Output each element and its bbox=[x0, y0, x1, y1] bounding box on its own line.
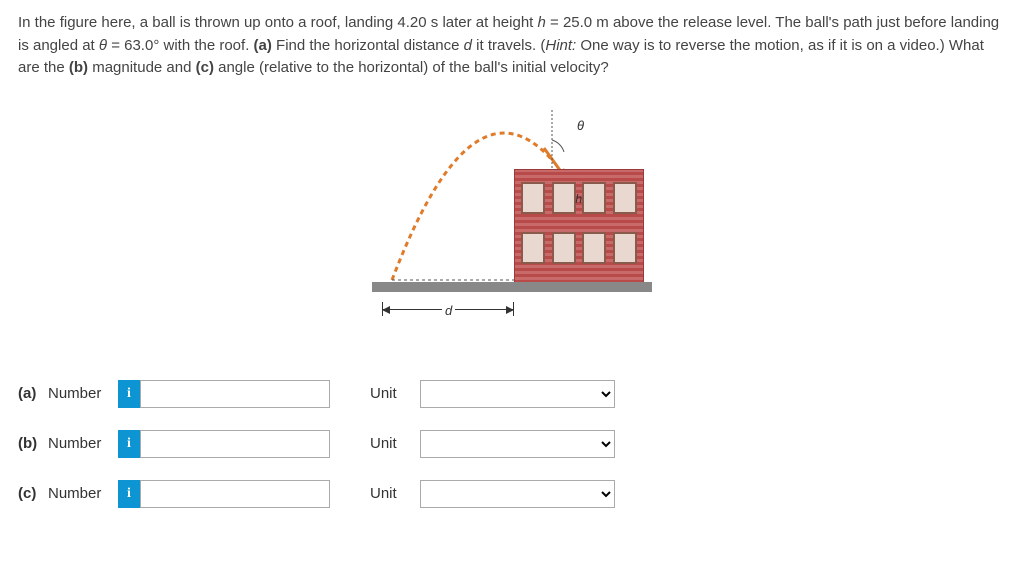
building-graphic bbox=[514, 169, 644, 284]
figure-container: d h θ bbox=[18, 100, 1006, 320]
window-icon bbox=[552, 182, 576, 214]
info-icon[interactable]: i bbox=[118, 380, 140, 408]
part-a-marker: (a) bbox=[254, 37, 272, 54]
number-input-c[interactable] bbox=[140, 480, 330, 508]
text-segment: angle (relative to the horizontal) of th… bbox=[214, 59, 609, 76]
info-icon[interactable]: i bbox=[118, 480, 140, 508]
part-b-marker: (b) bbox=[69, 59, 88, 76]
window-icon bbox=[613, 232, 637, 264]
text-segment: In the figure here, a ball is thrown up … bbox=[18, 14, 538, 31]
variable-h: h bbox=[538, 14, 546, 31]
ground-graphic bbox=[372, 282, 652, 292]
unit-select-a[interactable] bbox=[420, 380, 615, 408]
part-label: (a) bbox=[18, 385, 48, 402]
number-input-b[interactable] bbox=[140, 430, 330, 458]
unit-label: Unit bbox=[370, 385, 420, 402]
window-icon bbox=[521, 232, 545, 264]
answer-row-b: (b) Number i Unit bbox=[18, 430, 1006, 458]
unit-select-c[interactable] bbox=[420, 480, 615, 508]
unit-label: Unit bbox=[370, 435, 420, 452]
number-label: Number bbox=[48, 435, 118, 452]
window-icon bbox=[582, 182, 606, 214]
variable-d: d bbox=[464, 37, 472, 54]
part-label: (b) bbox=[18, 435, 48, 452]
d-label: d bbox=[442, 303, 455, 318]
theta-label: θ bbox=[577, 118, 584, 133]
window-icon bbox=[613, 182, 637, 214]
h-label: h bbox=[575, 192, 582, 206]
hint-label: Hint: bbox=[545, 37, 576, 54]
part-c-marker: (c) bbox=[196, 59, 214, 76]
unit-select-b[interactable] bbox=[420, 430, 615, 458]
number-label: Number bbox=[48, 485, 118, 502]
answer-row-a: (a) Number i Unit bbox=[18, 380, 1006, 408]
text-segment: Find the horizontal distance bbox=[272, 37, 464, 54]
variable-theta: θ bbox=[99, 37, 107, 54]
number-label: Number bbox=[48, 385, 118, 402]
window-icon bbox=[552, 232, 576, 264]
unit-label: Unit bbox=[370, 485, 420, 502]
text-segment: it travels. ( bbox=[472, 37, 545, 54]
problem-statement: In the figure here, a ball is thrown up … bbox=[18, 12, 1006, 80]
window-icon bbox=[582, 232, 606, 264]
part-label: (c) bbox=[18, 485, 48, 502]
physics-figure: d h θ bbox=[372, 100, 652, 320]
number-input-a[interactable] bbox=[140, 380, 330, 408]
info-icon[interactable]: i bbox=[118, 430, 140, 458]
text-segment: magnitude and bbox=[88, 59, 196, 76]
text-segment: = 63.0° with the roof. bbox=[107, 37, 254, 54]
answer-row-c: (c) Number i Unit bbox=[18, 480, 1006, 508]
window-icon bbox=[521, 182, 545, 214]
answer-section: (a) Number i Unit (b) Number i Unit (c) … bbox=[18, 380, 1006, 508]
